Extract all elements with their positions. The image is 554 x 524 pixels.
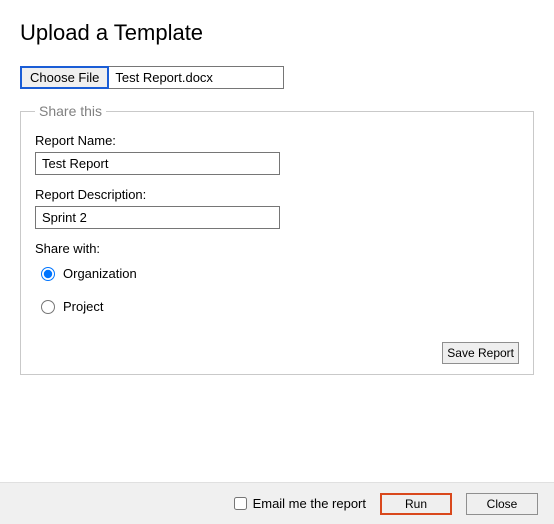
email-me-checkbox[interactable]: Email me the report: [234, 496, 366, 511]
footer-bar: Email me the report Run Close: [0, 482, 554, 524]
run-button[interactable]: Run: [380, 493, 452, 515]
share-with-label: Share with:: [35, 241, 519, 256]
radio-organization-input[interactable]: [41, 267, 55, 281]
radio-project-label: Project: [63, 299, 103, 314]
share-legend: Share this: [35, 103, 106, 119]
report-description-label: Report Description:: [35, 187, 519, 202]
email-me-label: Email me the report: [253, 496, 366, 511]
email-me-checkbox-input[interactable]: [234, 497, 247, 510]
selected-file-name: Test Report.docx: [109, 66, 284, 89]
radio-project[interactable]: Project: [41, 299, 519, 314]
share-this-fieldset: Share this Report Name: Report Descripti…: [20, 103, 534, 375]
radio-organization[interactable]: Organization: [41, 266, 519, 281]
radio-organization-label: Organization: [63, 266, 137, 281]
share-with-radio-group: Organization Project: [35, 266, 519, 314]
report-name-input[interactable]: [35, 152, 280, 175]
file-picker: Choose File Test Report.docx: [20, 66, 534, 89]
choose-file-button[interactable]: Choose File: [20, 66, 109, 89]
close-button[interactable]: Close: [466, 493, 538, 515]
radio-project-input[interactable]: [41, 300, 55, 314]
save-report-button[interactable]: Save Report: [442, 342, 519, 364]
report-name-label: Report Name:: [35, 133, 519, 148]
page-title: Upload a Template: [20, 20, 534, 46]
report-description-input[interactable]: [35, 206, 280, 229]
